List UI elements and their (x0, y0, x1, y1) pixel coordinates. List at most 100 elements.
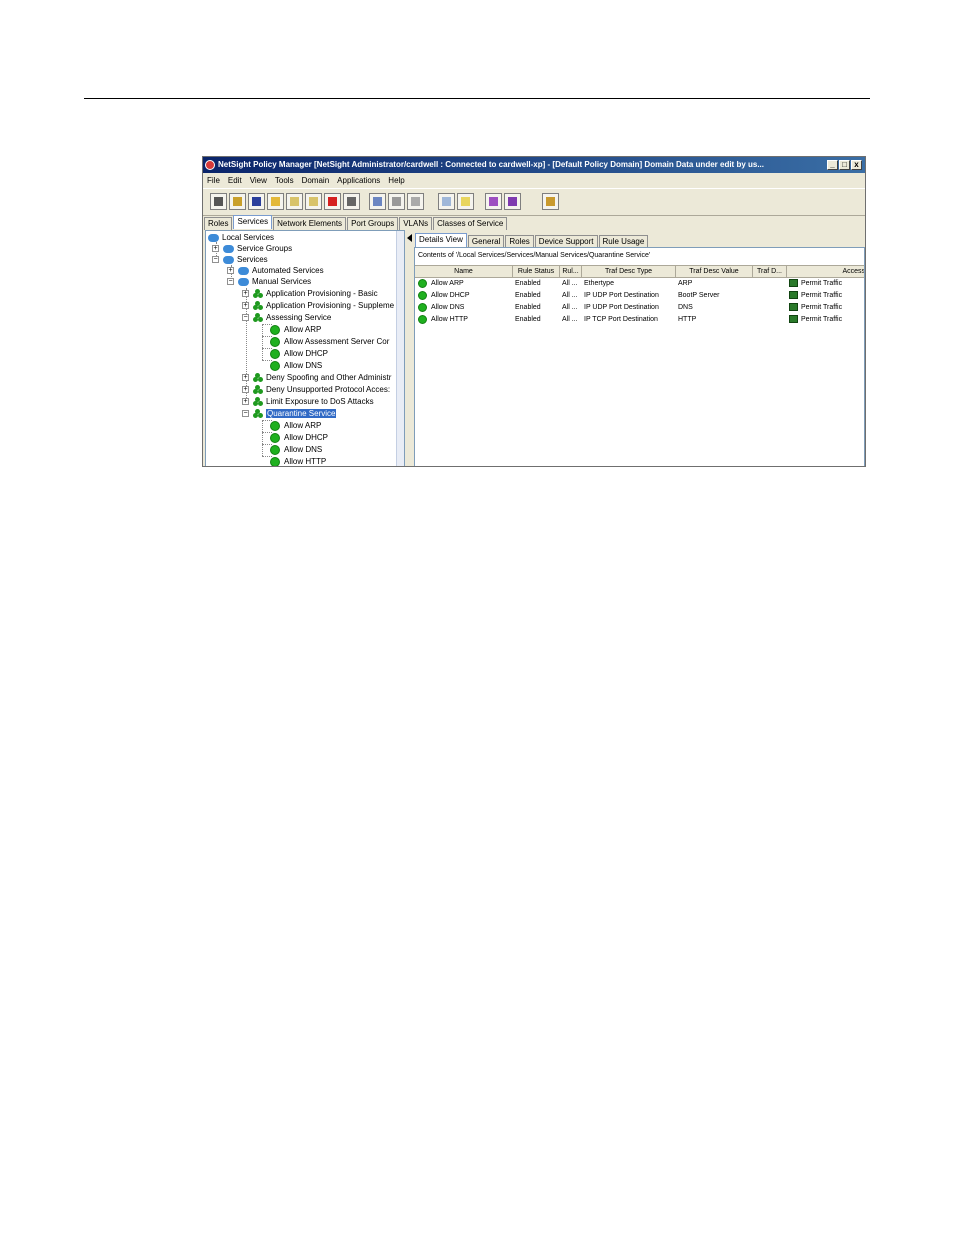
table-row[interactable]: Allow HTTP Enabled All ... IP TCP Port D… (415, 314, 864, 326)
tree-item-deny-unsupported[interactable]: + Deny Unsupported Protocol Acces: (242, 384, 390, 395)
export-icon[interactable] (305, 193, 322, 210)
tree-item-rule[interactable]: Allow DNS (270, 444, 322, 455)
tree-item-rule[interactable]: Allow Assessment Server Cor (270, 336, 389, 347)
menu-domain[interactable]: Domain (298, 174, 334, 187)
tree-item-app-provisioning-basic[interactable]: + Application Provisioning - Basic (242, 288, 378, 299)
wizard-icon[interactable] (542, 193, 559, 210)
expand-icon[interactable]: + (227, 267, 234, 274)
cell-traf-desc-value: HTTP (678, 316, 697, 323)
tab-classes-of-service[interactable]: Classes of Service (433, 217, 508, 230)
folder-icon (238, 266, 249, 275)
column-header-rule-status[interactable]: Rule Status (513, 266, 560, 277)
import-icon[interactable] (286, 193, 303, 210)
expand-icon[interactable]: + (242, 398, 249, 405)
tree-item-label: Allow DHCP (284, 433, 329, 442)
edit-icon[interactable] (504, 193, 521, 210)
folder-icon (223, 255, 234, 264)
tree-item-service-groups[interactable]: + Service Groups (212, 243, 292, 254)
maximize-button[interactable]: □ (839, 160, 850, 170)
undo-icon[interactable] (407, 193, 424, 210)
menu-file[interactable]: File (203, 174, 224, 187)
folder-icon (238, 277, 249, 286)
collapse-icon[interactable]: − (242, 314, 249, 321)
collapse-icon[interactable]: − (212, 256, 219, 263)
table-row[interactable]: Allow ARP Enabled All ... Ethertype ARP … (415, 278, 864, 290)
cell-name: Allow ARP (418, 278, 464, 290)
tab-roles[interactable]: Roles (204, 217, 233, 230)
tree-item-services[interactable]: − Services (212, 254, 268, 265)
pane-splitter[interactable] (405, 230, 413, 466)
expand-icon[interactable]: + (242, 386, 249, 393)
tab-services[interactable]: Services (233, 215, 273, 229)
menu-tools[interactable]: Tools (271, 174, 298, 187)
expand-icon[interactable]: + (242, 290, 249, 297)
tree-item-rule[interactable]: Allow DHCP (270, 432, 328, 443)
expand-icon[interactable]: + (242, 374, 249, 381)
tree-item-label: Allow DHCP (284, 349, 329, 358)
delete-icon[interactable] (324, 193, 341, 210)
tree-item-deny-spoofing[interactable]: + Deny Spoofing and Other Administr (242, 372, 391, 383)
tree-item-label: Automated Services (252, 266, 324, 275)
cell-name: Allow DHCP (418, 290, 470, 302)
paste-icon[interactable] (388, 193, 405, 210)
tree-item-assessing-service[interactable]: − Assessing Service (242, 312, 331, 323)
folder-icon[interactable] (267, 193, 284, 210)
column-header-traf-d[interactable]: Traf D... (753, 266, 787, 277)
cell-rul: All ... (562, 304, 578, 311)
tree-item-automated-services[interactable]: + Automated Services (227, 265, 324, 276)
tree-scrollbar[interactable] (396, 231, 404, 466)
column-header-access[interactable]: Access (787, 266, 864, 277)
column-header-name[interactable]: Name (415, 266, 513, 277)
tree-item-quarantine-service[interactable]: − Quarantine Service (242, 408, 337, 419)
menu-view[interactable]: View (246, 174, 271, 187)
tab-vlans[interactable]: VLANs (399, 217, 433, 230)
print-icon[interactable] (343, 193, 360, 210)
minimize-button[interactable]: _ (827, 160, 838, 170)
tree-item-rule[interactable]: Allow HTTP (270, 456, 326, 466)
collapse-icon[interactable]: − (227, 278, 234, 285)
cell-rule-status: Enabled (515, 280, 541, 287)
title-bar[interactable]: NetSight Policy Manager [NetSight Admini… (203, 157, 865, 173)
column-header-rul[interactable]: Rul... (560, 266, 582, 277)
tree-item-rule[interactable]: Allow ARP (270, 324, 321, 335)
table-row[interactable]: Allow DHCP Enabled All ... IP UDP Port D… (415, 290, 864, 302)
menu-applications[interactable]: Applications (333, 174, 384, 187)
refresh-icon[interactable] (438, 193, 455, 210)
palette-icon[interactable] (485, 193, 502, 210)
tree-item-label: Limit Exposure to DoS Attacks (266, 397, 374, 406)
tab-port-groups[interactable]: Port Groups (347, 217, 399, 230)
tree-item-label: Application Provisioning - Suppleme (266, 301, 395, 310)
rule-icon (270, 432, 280, 443)
cell-traf-desc-value: DNS (678, 304, 693, 311)
tree-item-local-services[interactable]: Local Services (208, 232, 274, 243)
expand-icon[interactable]: + (242, 302, 249, 309)
page-header-rule (84, 98, 870, 99)
tree-item-manual-services[interactable]: − Manual Services (227, 276, 311, 287)
collapse-left-icon[interactable] (407, 234, 412, 242)
column-header-traf-desc-value[interactable]: Traf Desc Value (676, 266, 753, 277)
tree-item-rule[interactable]: Allow DHCP (270, 348, 328, 359)
table-row[interactable]: Allow DNS Enabled All ... IP UDP Port De… (415, 302, 864, 314)
save-icon[interactable] (248, 193, 265, 210)
cell-access: Permit Traffic (789, 314, 842, 326)
lock-icon[interactable] (229, 193, 246, 210)
column-header-traf-desc-type[interactable]: Traf Desc Type (582, 266, 676, 277)
cell-name: Allow DNS (418, 302, 464, 314)
tree-item-rule[interactable]: Allow ARP (270, 420, 321, 431)
enforce-icon[interactable] (457, 193, 474, 210)
collapse-icon[interactable]: − (242, 410, 249, 417)
tree-item-limit-dos[interactable]: + Limit Exposure to DoS Attacks (242, 396, 374, 407)
menu-edit[interactable]: Edit (224, 174, 246, 187)
copy-icon[interactable] (369, 193, 386, 210)
open-domain-icon[interactable] (210, 193, 227, 210)
menu-help[interactable]: Help (384, 174, 408, 187)
tab-details-view[interactable]: Details View (415, 233, 467, 247)
cell-traf-desc-type: IP UDP Port Destination (584, 292, 659, 299)
tree-connector (262, 420, 263, 456)
tab-network-elements[interactable]: Network Elements (273, 217, 347, 230)
service-icon (253, 313, 263, 323)
expand-icon[interactable]: + (212, 245, 219, 252)
tree-item-app-provisioning-supplemental[interactable]: + Application Provisioning - Suppleme (242, 300, 394, 311)
tree-item-rule[interactable]: Allow DNS (270, 360, 322, 371)
close-button[interactable]: x (851, 160, 862, 170)
